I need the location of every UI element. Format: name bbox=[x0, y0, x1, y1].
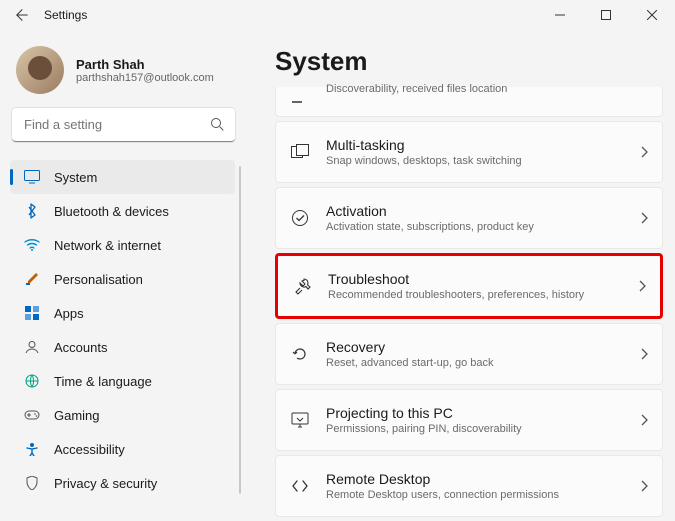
globe-icon bbox=[24, 373, 40, 389]
minimize-icon bbox=[555, 10, 565, 20]
user-email: parthshah157@outlook.com bbox=[76, 72, 214, 84]
activation-icon bbox=[290, 208, 310, 228]
bluetooth-icon bbox=[24, 203, 40, 219]
sidebar-item-label: Accessibility bbox=[54, 442, 125, 457]
card-subtitle: Snap windows, desktops, task switching bbox=[326, 155, 522, 167]
sidebar-item-gaming[interactable]: Gaming bbox=[10, 398, 235, 432]
sidebar-item-system[interactable]: System bbox=[10, 160, 235, 194]
minimize-button[interactable] bbox=[537, 0, 583, 30]
sidebar-item-label: Time & language bbox=[54, 374, 152, 389]
close-icon bbox=[647, 10, 657, 20]
minus-icon bbox=[290, 92, 310, 112]
sidebar-item-privacy[interactable]: Privacy & security bbox=[10, 466, 235, 500]
sidebar-item-label: Accounts bbox=[54, 340, 107, 355]
window-title: Settings bbox=[44, 8, 87, 22]
projecting-icon bbox=[290, 410, 310, 430]
maximize-icon bbox=[601, 10, 611, 20]
sidebar-item-bluetooth[interactable]: Bluetooth & devices bbox=[10, 194, 235, 228]
card-title: Remote Desktop bbox=[326, 471, 559, 487]
maximize-button[interactable] bbox=[583, 0, 629, 30]
multitasking-icon bbox=[290, 142, 310, 162]
sidebar-item-label: Apps bbox=[54, 306, 84, 321]
sidebar-item-label: Privacy & security bbox=[54, 476, 157, 491]
recovery-icon bbox=[290, 344, 310, 364]
sidebar-item-personalisation[interactable]: Personalisation bbox=[10, 262, 235, 296]
sidebar-item-label: Bluetooth & devices bbox=[54, 204, 169, 219]
card-troubleshoot[interactable]: Troubleshoot Recommended troubleshooters… bbox=[275, 253, 663, 319]
chevron-right-icon bbox=[640, 348, 648, 360]
card-subtitle: Discoverability, received files location bbox=[326, 83, 507, 95]
card-subtitle: Recommended troubleshooters, preferences… bbox=[328, 289, 584, 301]
troubleshoot-icon bbox=[292, 276, 312, 296]
accounts-icon bbox=[24, 339, 40, 355]
sidebar-item-label: Gaming bbox=[54, 408, 100, 423]
page-title: System bbox=[275, 46, 663, 77]
paint-icon bbox=[24, 271, 40, 287]
card-title: Projecting to this PC bbox=[326, 405, 522, 421]
wifi-icon bbox=[24, 237, 40, 253]
user-name: Parth Shah bbox=[76, 57, 214, 72]
profile-block[interactable]: Parth Shah parthshah157@outlook.com bbox=[4, 38, 245, 108]
arrow-left-icon bbox=[15, 8, 29, 22]
card-projecting[interactable]: Projecting to this PC Permissions, pairi… bbox=[275, 389, 663, 451]
close-button[interactable] bbox=[629, 0, 675, 30]
sidebar-item-accounts[interactable]: Accounts bbox=[10, 330, 235, 364]
sidebar-item-network[interactable]: Network & internet bbox=[10, 228, 235, 262]
sidebar-item-apps[interactable]: Apps bbox=[10, 296, 235, 330]
sidebar-item-label: Network & internet bbox=[54, 238, 161, 253]
sidebar-item-accessibility[interactable]: Accessibility bbox=[10, 432, 235, 466]
accessibility-icon bbox=[24, 441, 40, 457]
chevron-right-icon bbox=[640, 212, 648, 224]
sidebar-item-label: Personalisation bbox=[54, 272, 143, 287]
chevron-right-icon bbox=[638, 280, 646, 292]
card-title: Multi-tasking bbox=[326, 137, 522, 153]
card-subtitle: Permissions, pairing PIN, discoverabilit… bbox=[326, 423, 522, 435]
chevron-right-icon bbox=[640, 146, 648, 158]
sidebar-item-label: System bbox=[54, 170, 97, 185]
card-subtitle: Remote Desktop users, connection permiss… bbox=[326, 489, 559, 501]
nav-scrollbar[interactable] bbox=[239, 166, 241, 494]
avatar bbox=[16, 46, 64, 94]
remote-desktop-icon bbox=[290, 476, 310, 496]
card-title: Troubleshoot bbox=[328, 271, 584, 287]
shield-icon bbox=[24, 475, 40, 491]
card-partial-top[interactable]: Discoverability, received files location bbox=[275, 87, 663, 117]
titlebar: Settings bbox=[0, 0, 675, 30]
card-title: Activation bbox=[326, 203, 534, 219]
card-subtitle: Activation state, subscriptions, product… bbox=[326, 221, 534, 233]
apps-icon bbox=[24, 305, 40, 321]
card-remote-desktop[interactable]: Remote Desktop Remote Desktop users, con… bbox=[275, 455, 663, 517]
card-multitasking[interactable]: Multi-tasking Snap windows, desktops, ta… bbox=[275, 121, 663, 183]
search-input[interactable] bbox=[12, 108, 235, 142]
gaming-icon bbox=[24, 407, 40, 423]
chevron-right-icon bbox=[640, 414, 648, 426]
card-recovery[interactable]: Recovery Reset, advanced start-up, go ba… bbox=[275, 323, 663, 385]
chevron-right-icon bbox=[640, 480, 648, 492]
sidebar: Parth Shah parthshah157@outlook.com Syst… bbox=[0, 30, 245, 521]
system-icon bbox=[24, 169, 40, 185]
sidebar-item-time-language[interactable]: Time & language bbox=[10, 364, 235, 398]
card-subtitle: Reset, advanced start-up, go back bbox=[326, 357, 494, 369]
search-icon bbox=[209, 116, 225, 132]
card-activation[interactable]: Activation Activation state, subscriptio… bbox=[275, 187, 663, 249]
card-title: Recovery bbox=[326, 339, 494, 355]
back-button[interactable] bbox=[8, 1, 36, 29]
